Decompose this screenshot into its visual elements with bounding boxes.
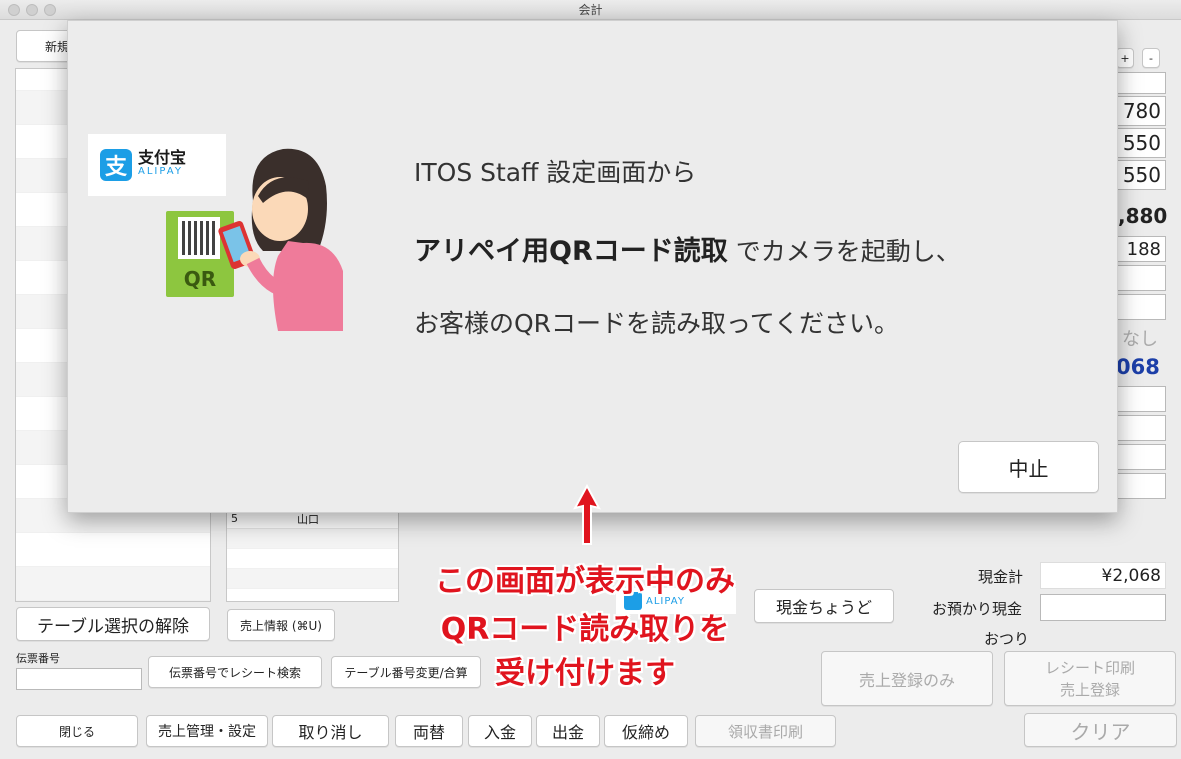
annotation-arrow-icon [573, 484, 601, 545]
annotation-line-3: 受け付けます [495, 656, 675, 691]
deposit-button[interactable]: 入金 [468, 715, 532, 747]
instruction-line-3: お客様のQRコードを読み取ってください。 [414, 309, 900, 338]
grand-total: 068 [1116, 355, 1160, 379]
alipay-logo-icon: 支 [100, 149, 132, 181]
deposit-input[interactable] [1040, 594, 1166, 621]
receipt-book-print-button[interactable]: 領収書印刷 [695, 715, 836, 747]
sales-info-button[interactable]: 売上情報 (⌘U) [227, 609, 335, 641]
instruction-line-1: ITOS Staff 設定画面から [414, 158, 697, 187]
provisional-close-button[interactable]: 仮締め [604, 715, 688, 747]
annotation-line-2: QRコード読み取りを [440, 612, 730, 647]
alipay-qr-dialog: 支 支付宝 ALIPAY QR ITOS Staff 設定画面から アリペイ用Q… [67, 20, 1118, 513]
none-label: なし [1122, 329, 1158, 350]
zoom-in-button[interactable]: + [1116, 48, 1134, 68]
slip-number-label: 伝票番号 [16, 652, 60, 665]
receipt-print-register-button[interactable]: レシート印刷 売上登録 [1004, 651, 1176, 706]
annotation-line-1: この画面が表示中のみ [435, 564, 735, 599]
alipay-logo: 支 支付宝 ALIPAY [88, 134, 226, 196]
total-amount: ,880 [1118, 204, 1168, 228]
table-release-button[interactable]: テーブル選択の解除 [16, 607, 210, 641]
minimize-window-icon[interactable] [26, 4, 38, 16]
cancel-transaction-button[interactable]: 取り消し [272, 715, 389, 747]
receipt-search-button[interactable]: 伝票番号でレシート検索 [148, 656, 322, 688]
cash-total-label: 現金計 [978, 568, 1024, 586]
stop-button[interactable]: 中止 [958, 441, 1099, 493]
window-titlebar: 会計 [0, 0, 1181, 20]
qr-code-icon [178, 217, 220, 259]
deposit-label: お預かり現金 [932, 600, 1023, 618]
cash-total-value: ¥2,068 [1040, 562, 1166, 589]
zoom-window-icon[interactable] [44, 4, 56, 16]
exchange-button[interactable]: 両替 [395, 715, 463, 747]
sales-manage-button[interactable]: 売上管理・設定 [146, 715, 268, 747]
withdraw-button[interactable]: 出金 [536, 715, 600, 747]
close-button[interactable]: 閉じる [16, 715, 138, 747]
slip-number-input[interactable] [16, 668, 142, 690]
cash-exact-button[interactable]: 現金ちょうど [754, 589, 894, 623]
seat-list[interactable]: 5 山口 [226, 508, 399, 602]
instruction-line-2: アリペイ用QRコード読取 でカメラを起動し、 [414, 236, 961, 267]
zoom-out-button[interactable]: - [1142, 48, 1160, 68]
register-only-button[interactable]: 売上登録のみ [821, 651, 993, 706]
close-window-icon[interactable] [8, 4, 20, 16]
woman-scanning-illustration [218, 148, 343, 331]
change-label: おつり [984, 630, 1030, 648]
clear-button[interactable]: クリア [1024, 713, 1177, 747]
window-title: 会計 [578, 3, 603, 17]
